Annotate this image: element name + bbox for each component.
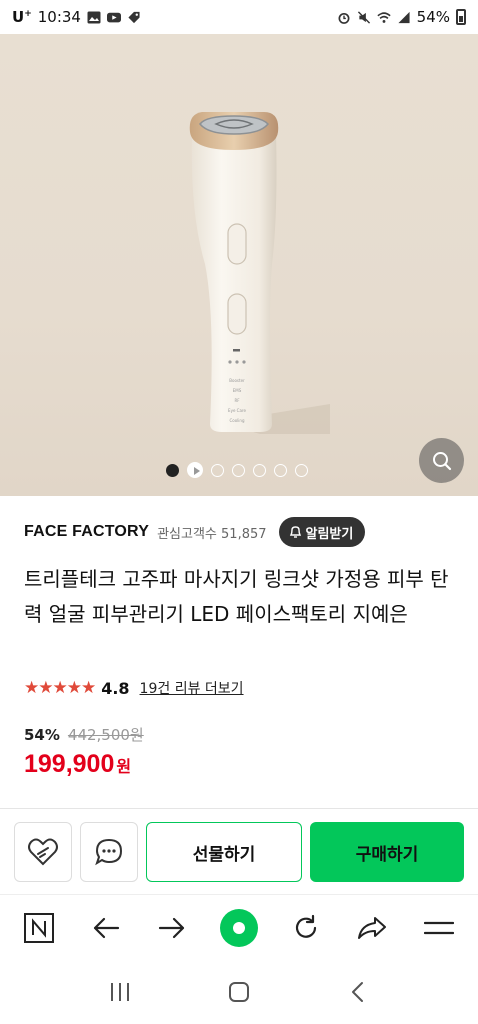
- signal-icon: [398, 11, 410, 23]
- product-image-carousel[interactable]: Booster EMS RF Eye Care Cooling: [0, 34, 478, 496]
- store-info: FACE FACTORY 관심고객수 51,857 알림받기: [24, 514, 454, 550]
- carousel-dot[interactable]: [211, 463, 224, 477]
- naver-n-icon: [24, 912, 55, 943]
- carousel-indicators: [166, 462, 308, 478]
- device-label: Cooling: [230, 418, 245, 423]
- browser-toolbar: [0, 894, 478, 960]
- carousel-dot[interactable]: [295, 463, 308, 477]
- carousel-dot[interactable]: [274, 463, 287, 477]
- store-fans-count: 관심고객수 51,857: [157, 526, 267, 542]
- gallery-icon: [87, 11, 101, 23]
- device-label: RF: [234, 398, 240, 403]
- sale-price: 199,900: [24, 750, 115, 778]
- clock: 10:34: [37, 8, 81, 26]
- video-dot-icon[interactable]: [187, 462, 203, 478]
- share-button[interactable]: [350, 906, 394, 950]
- original-price: 442,500원: [67, 726, 144, 744]
- battery-icon: [456, 9, 466, 25]
- wifi-icon: [377, 11, 391, 23]
- discount-row: 54% 442,500원: [24, 724, 144, 745]
- refresh-icon: [295, 914, 316, 938]
- alarm-subscribe-button[interactable]: 알림받기: [278, 517, 366, 547]
- product-title: 트리플테크 고주파 마사지기 링크샷 가정용 피부 탄력 얼굴 피부관리기 LE…: [24, 567, 449, 626]
- recent-apps-icon[interactable]: [108, 981, 132, 1003]
- wishlist-button[interactable]: [14, 822, 72, 882]
- battery-percent: 54%: [416, 8, 450, 26]
- device-label: Booster: [229, 378, 245, 383]
- purchase-action-bar: 선물하기 구매하기: [14, 822, 464, 882]
- refresh-button[interactable]: [284, 906, 328, 950]
- rating-stars: ★★★★★: [24, 678, 96, 698]
- carousel-dot[interactable]: [166, 463, 179, 477]
- home-icon[interactable]: [227, 980, 251, 1004]
- device-label: Eye Care: [228, 408, 246, 413]
- currency-unit: 원: [116, 757, 132, 776]
- status-bar: U+ 10:34 54%: [0, 0, 478, 34]
- carousel-dot[interactable]: [253, 463, 266, 477]
- arrow-left-icon: [93, 917, 119, 938]
- system-navigation-bar: [0, 960, 478, 1024]
- green-dot-icon: [219, 908, 258, 947]
- share-icon: [358, 916, 387, 939]
- divider: [0, 808, 478, 809]
- carousel-dot[interactable]: [232, 463, 245, 477]
- menu-button[interactable]: [417, 906, 461, 950]
- hamburger-icon: [423, 921, 454, 934]
- naver-home-button[interactable]: [17, 906, 61, 950]
- heart-link-icon: [28, 838, 58, 866]
- zoom-button[interactable]: [419, 438, 464, 483]
- rating-value: 4.8: [101, 678, 130, 698]
- back-button[interactable]: [84, 906, 128, 950]
- store-name[interactable]: FACE FACTORY: [24, 523, 149, 541]
- carrier-label: U+: [12, 8, 32, 26]
- review-link[interactable]: 19건 리뷰 더보기: [140, 678, 244, 698]
- back-nav-icon[interactable]: [346, 980, 370, 1004]
- alarm-label: 알림받기: [305, 526, 354, 542]
- discount-rate: 54%: [24, 725, 60, 744]
- arrow-right-icon: [159, 917, 185, 938]
- alarm-icon: [338, 12, 350, 24]
- youtube-icon: [106, 12, 121, 22]
- bell-plus-icon: [289, 526, 301, 538]
- gift-button[interactable]: 선물하기: [146, 822, 302, 882]
- device-label: EMS: [233, 388, 242, 393]
- search-icon: [432, 451, 451, 470]
- product-image: Booster EMS RF Eye Care Cooling: [189, 112, 330, 434]
- mute-icon: [357, 10, 370, 24]
- chat-icon: [95, 838, 123, 866]
- price-row: 199,900 원: [24, 750, 131, 779]
- green-dot-button[interactable]: [217, 906, 261, 950]
- forward-button[interactable]: [150, 906, 194, 950]
- talk-button[interactable]: [80, 822, 138, 882]
- rating-row: ★★★★★ 4.8 19건 리뷰 더보기: [24, 678, 244, 698]
- tag-icon: [128, 11, 140, 23]
- buy-button[interactable]: 구매하기: [310, 822, 464, 882]
